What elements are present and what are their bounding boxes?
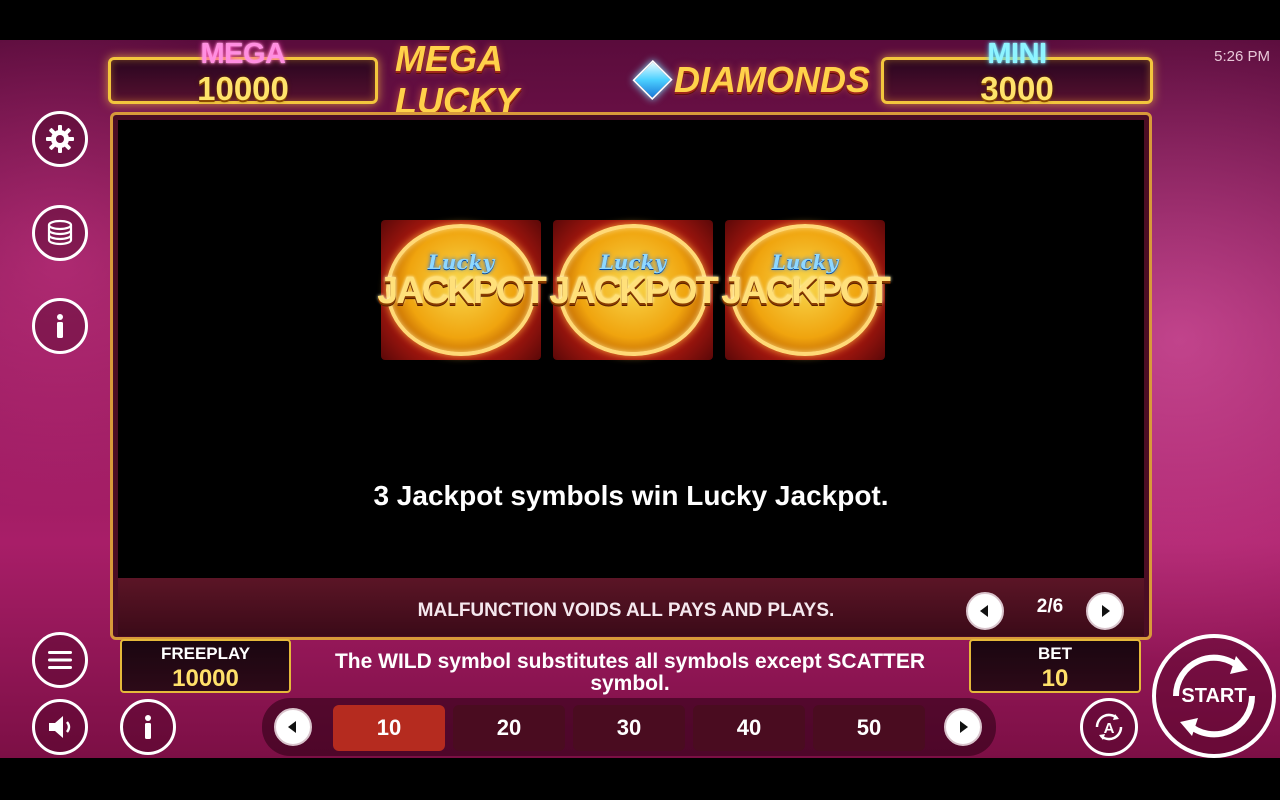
- clock: 5:26 PM: [1214, 48, 1270, 65]
- bet-box: BET 10: [969, 639, 1141, 693]
- settings-button[interactable]: [32, 111, 88, 167]
- jackpot-symbol: Lucky JACKPOT: [377, 220, 547, 360]
- status-bar-bottom: [0, 758, 1280, 800]
- mini-jackpot-label: MINI: [987, 40, 1047, 70]
- gear-icon: [46, 125, 74, 153]
- bet-option-30[interactable]: 30: [573, 705, 685, 751]
- bet-option-50[interactable]: 50: [813, 705, 925, 751]
- arrow-right-icon: [960, 721, 968, 733]
- paytable-prev-button[interactable]: [966, 592, 1004, 630]
- game-message: The WILD symbol substitutes all symbols …: [334, 650, 926, 695]
- paytable-info-button[interactable]: [120, 699, 176, 755]
- paytable-description: 3 Jackpot symbols win Lucky Jackpot.: [373, 480, 889, 511]
- sound-button[interactable]: [32, 699, 88, 755]
- bet-selector: 10 20 30 40 50: [262, 698, 996, 756]
- mini-jackpot-value: 3000: [980, 70, 1054, 107]
- bet-option-10[interactable]: 10: [333, 705, 445, 751]
- start-label: START: [1181, 684, 1247, 707]
- jackpot-symbol: Lucky JACKPOT: [549, 220, 719, 360]
- symbol-jackpot-text: JACKPOT: [721, 269, 891, 312]
- game-logo: MEGA LUCKY DIAMONDS: [395, 40, 870, 121]
- freeplay-value: 10000: [172, 665, 239, 692]
- menu-icon: [48, 651, 72, 669]
- symbol-row: Lucky JACKPOT Lucky JACKPOT Lucky JACKPO…: [377, 220, 891, 360]
- bet-value: 10: [1041, 665, 1069, 692]
- bet-prev-button[interactable]: [274, 708, 312, 746]
- bet-label: BET: [1038, 644, 1072, 663]
- arrow-right-icon: [1102, 605, 1110, 617]
- logo-text-left: MEGA LUCKY: [395, 40, 519, 121]
- freeplay-box: FREEPLAY 10000: [120, 639, 291, 693]
- logo-text-right: DIAMONDS: [674, 59, 870, 100]
- bet-option-20[interactable]: 20: [453, 705, 565, 751]
- menu-button[interactable]: [32, 632, 88, 688]
- page-indicator: 2/6: [1036, 596, 1064, 617]
- paytable-footer: MALFUNCTION VOIDS ALL PAYS AND PLAYS. 2/…: [118, 578, 1144, 636]
- bet-option-40[interactable]: 40: [693, 705, 805, 751]
- jackpot-coin-icon: Lucky JACKPOT: [377, 224, 547, 356]
- autoplay-icon: A: [1095, 713, 1123, 741]
- mega-jackpot-label: MEGA: [200, 40, 287, 70]
- jackpot-coin-icon: Lucky JACKPOT: [721, 224, 891, 356]
- paytable-next-button[interactable]: [1086, 592, 1124, 630]
- status-bar-top: [0, 0, 1280, 40]
- info-button[interactable]: [32, 298, 88, 354]
- game-screen: 5:26 PM MEGA 10000 MEGA LUCKY DIAMONDS M…: [0, 40, 1280, 758]
- svg-text:A: A: [1104, 720, 1115, 737]
- info-icon: [145, 715, 151, 739]
- bet-next-button[interactable]: [944, 708, 982, 746]
- paytable-content: Lucky JACKPOT Lucky JACKPOT Lucky JACKPO…: [118, 120, 1144, 578]
- start-button[interactable]: START: [1152, 634, 1276, 758]
- coins-button[interactable]: [32, 205, 88, 261]
- symbol-jackpot-text: JACKPOT: [549, 269, 719, 312]
- symbol-jackpot-text: JACKPOT: [377, 269, 547, 312]
- jackpot-coin-icon: Lucky JACKPOT: [549, 224, 719, 356]
- arrow-left-icon: [980, 605, 988, 617]
- autoplay-button[interactable]: A: [1080, 698, 1138, 756]
- mega-jackpot-value: 10000: [197, 70, 289, 107]
- coin-stack-icon: [47, 219, 73, 246]
- paytable-panel: Lucky JACKPOT Lucky JACKPOT Lucky JACKPO…: [110, 112, 1152, 640]
- freeplay-label: FREEPLAY: [160, 644, 251, 663]
- diamond-icon: [632, 59, 673, 101]
- info-icon: [57, 314, 63, 338]
- jackpot-symbol: Lucky JACKPOT: [721, 220, 891, 360]
- speaker-icon: [49, 716, 71, 738]
- arrow-left-icon: [288, 721, 296, 733]
